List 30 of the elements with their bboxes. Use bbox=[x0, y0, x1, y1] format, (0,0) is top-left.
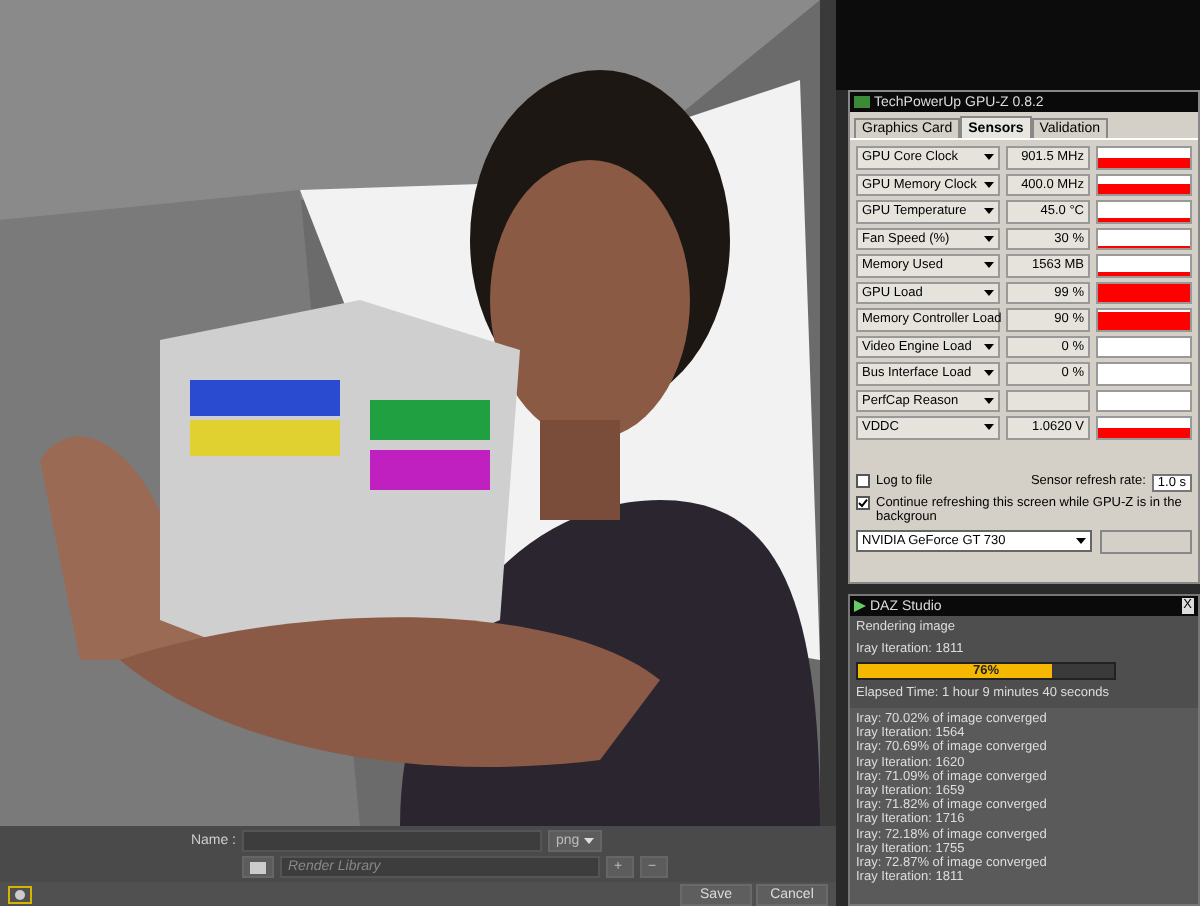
play-icon bbox=[854, 600, 866, 612]
sensor-graph bbox=[1096, 335, 1192, 358]
caret-icon bbox=[1076, 538, 1086, 544]
checkbox[interactable] bbox=[856, 495, 870, 509]
caret-icon bbox=[984, 181, 994, 188]
caret-icon bbox=[984, 289, 994, 296]
caret-icon bbox=[583, 838, 594, 844]
caret-icon bbox=[984, 424, 994, 431]
caret-icon bbox=[984, 343, 994, 350]
sensor-graph bbox=[1096, 173, 1192, 196]
caret-icon bbox=[984, 208, 994, 215]
caret-icon bbox=[984, 397, 994, 404]
caret-icon bbox=[984, 370, 994, 377]
caret-icon bbox=[984, 235, 994, 242]
name-field[interactable] bbox=[242, 830, 542, 852]
checkbox[interactable] bbox=[856, 473, 870, 487]
sensor-graph bbox=[1096, 389, 1192, 412]
caret-icon bbox=[984, 154, 994, 161]
caret-icon bbox=[984, 262, 994, 269]
sensor-graph bbox=[1096, 146, 1192, 169]
sensor-graph bbox=[1096, 227, 1192, 250]
sensor-graph bbox=[1096, 281, 1192, 304]
folder-button[interactable] bbox=[242, 856, 274, 878]
sensor-graph bbox=[1096, 362, 1192, 385]
sensor-graph bbox=[1096, 416, 1192, 439]
help-icon[interactable] bbox=[8, 885, 32, 903]
sensor-graph bbox=[1096, 308, 1192, 331]
sensor-graph bbox=[1096, 200, 1192, 223]
sensor-value bbox=[1006, 389, 1090, 412]
sensor-graph bbox=[1096, 254, 1192, 277]
